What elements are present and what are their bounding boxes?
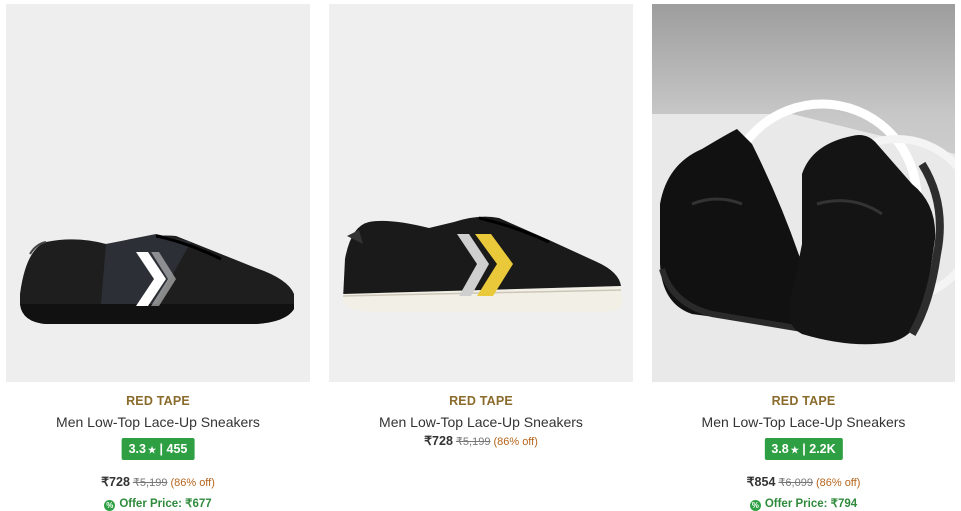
rating-value: 3.3 [128,442,146,456]
product-brand: RED TAPE [126,394,190,408]
offer-price: Offer Price: ₹677 [119,498,212,510]
product-name[interactable]: Men Low-Top Lace-Up Sneakers [6,414,310,430]
star-icon: ★ [148,445,157,455]
rating-badge[interactable]: 3.3 ★ | 455 [121,438,195,460]
rating-count: 2.2K [809,442,836,456]
product-card[interactable]: RED TAPE Men Low-Top Lace-Up Sneakers ₹7… [329,0,633,510]
product-image[interactable] [329,4,633,382]
price-row: ₹728 ₹5,199 (86% off) [329,433,633,448]
offer-price-row: % Offer Price: ₹794 [652,496,955,511]
product-card[interactable]: RED TAPE Men Low-Top Lace-Up Sneakers 3.… [6,0,310,511]
current-price: ₹728 [101,475,130,489]
offer-price: Offer Price: ₹794 [764,498,858,510]
star-icon: ★ [790,445,799,455]
sneaker-image [20,234,294,324]
original-price: ₹6,099 [778,477,813,489]
percent-badge-icon: % [749,500,761,511]
rating-count: 455 [166,442,188,456]
rating-value: 3.8 [771,442,789,456]
product-brand: RED TAPE [771,394,836,408]
current-price: ₹854 [746,475,776,489]
discount: (86% off) [815,477,861,489]
original-price: ₹5,199 [455,436,491,448]
product-name[interactable]: Men Low-Top Lace-Up Sneakers [329,414,633,430]
product-image[interactable] [6,4,310,382]
product-brand: RED TAPE [449,394,513,408]
sneaker-image [342,216,623,312]
product-image[interactable] [652,4,955,382]
original-price: ₹5,199 [132,477,168,489]
discount: (86% off) [170,477,215,489]
product-name[interactable]: Men Low-Top Lace-Up Sneakers [652,414,955,430]
price-row: ₹728 ₹5,199 (86% off) [6,474,310,489]
product-card[interactable]: RED TAPE Men Low-Top Lace-Up Sneakers 3.… [652,0,955,511]
offer-price-row: % Offer Price: ₹677 [6,496,310,511]
discount: (86% off) [493,436,538,448]
price-row: ₹854 ₹6,099 (86% off) [652,474,955,489]
percent-badge-icon: % [104,500,116,511]
current-price: ₹728 [424,434,453,448]
rating-badge[interactable]: 3.8 ★ | 2.2K [764,438,843,460]
sneaker-image [652,4,955,382]
